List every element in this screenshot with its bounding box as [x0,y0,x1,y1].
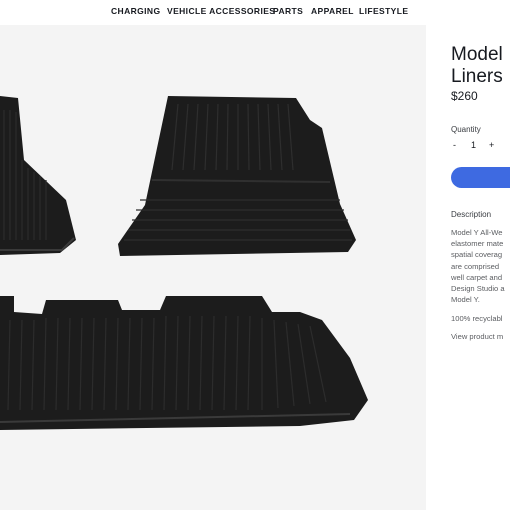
product-price: $260 [451,89,478,103]
quantity-label: Quantity [451,125,481,134]
floor-liners-image [0,96,368,430]
nav-item-apparel[interactable]: APPAREL [311,6,354,16]
description-line: Model Y All-We [451,228,503,237]
quantity-value[interactable]: 1 [471,140,476,150]
nav-item-lifestyle[interactable]: LIFESTYLE [359,6,408,16]
rear-mat [0,296,368,430]
description-line: spatial coverag [451,250,503,260]
front-mat [118,96,356,256]
product-title-line1: Model [451,44,503,65]
nav-item-parts[interactable]: PARTS [273,6,303,16]
recyclable-note: 100% recyclabl [451,314,503,323]
nav-item-vehicle-accessories[interactable]: VEHICLE ACCESSORIES [167,6,275,16]
nav-item-charging[interactable]: CHARGING [111,6,160,16]
description-text: Model Y All-We elastomer mate spatial co… [451,227,510,305]
description-line: elastomer mate [451,239,504,249]
add-to-cart-button[interactable] [451,167,510,188]
description-line: Model Y. [451,295,480,305]
view-product-link[interactable]: View product m [451,332,503,341]
description-line: well carpet and [451,272,503,282]
product-title-line2: Liners [451,66,503,87]
description-line: Design Studio a [451,284,505,294]
quantity-increase-button[interactable]: + [489,140,494,150]
left-mat [0,96,76,255]
top-nav: CHARGING VEHICLE ACCESSORIES PARTS APPAR… [0,0,510,24]
quantity-decrease-button[interactable]: - [453,140,456,150]
description-label: Description [451,210,492,219]
product-image-gallery[interactable] [0,25,426,510]
description-line: are comprised [451,261,500,271]
